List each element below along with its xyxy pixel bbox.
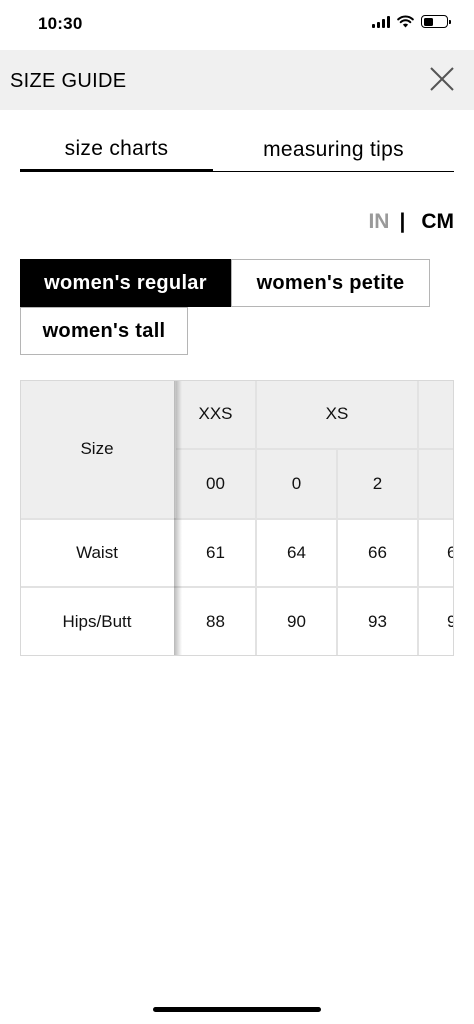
home-indicator[interactable] [153, 1007, 321, 1012]
close-button[interactable] [424, 61, 460, 97]
size-group-next [419, 380, 454, 448]
tab-measuring-tips[interactable]: measuring tips [213, 130, 454, 172]
unit-cm-button[interactable]: CM [421, 210, 454, 234]
status-icons [372, 15, 451, 28]
size-guide-tabs: size charts measuring tips [20, 130, 454, 172]
signal-icon [372, 15, 390, 28]
waist-row-label: Waist [20, 520, 174, 586]
unit-in-button[interactable]: IN [368, 210, 389, 234]
size-00: 00 [176, 450, 255, 518]
waist-value-00: 61 [176, 520, 255, 586]
hips-value-next: 9 [419, 588, 454, 656]
tab-size-charts[interactable]: size charts [20, 130, 213, 172]
fit-womens-petite-button[interactable]: women's petite [231, 259, 430, 307]
close-icon [430, 67, 454, 91]
size-group-xs: XS [257, 380, 417, 448]
table-divider [255, 380, 257, 656]
tab-measuring-tips-label: measuring tips [263, 138, 404, 161]
status-bar: 10:30 [0, 0, 474, 50]
page-title: SIZE GUIDE [10, 70, 127, 92]
wifi-icon [397, 15, 414, 28]
waist-value-2: 66 [338, 520, 417, 586]
table-divider [417, 380, 419, 656]
waist-value-next: 6 [419, 520, 454, 586]
hips-row-label: Hips/Butt [20, 588, 174, 656]
table-divider [176, 448, 454, 450]
size-guide-header: SIZE GUIDE [0, 50, 474, 110]
size-row-header: Size [20, 380, 174, 518]
tab-size-charts-label: size charts [64, 137, 169, 160]
sticky-column-shadow [174, 380, 182, 656]
size-next [419, 450, 454, 518]
table-divider [20, 518, 454, 520]
hips-value-00: 88 [176, 588, 255, 656]
fit-womens-regular-button[interactable]: women's regular [20, 259, 231, 307]
table-divider [336, 450, 338, 656]
unit-separator: | [399, 210, 406, 233]
size-group-xxs: XXS [176, 380, 255, 448]
battery-icon [421, 15, 451, 28]
size-chart-table[interactable]: Size Waist Hips/Butt XXS XS 00 0 2 61 64… [20, 380, 454, 656]
size-0: 0 [257, 450, 336, 518]
unit-toggle: IN | CM [368, 210, 454, 234]
table-divider [20, 586, 454, 588]
fit-womens-tall-button[interactable]: women's tall [20, 307, 188, 355]
hips-value-2: 93 [338, 588, 417, 656]
status-time: 10:30 [38, 14, 83, 33]
size-2: 2 [338, 450, 417, 518]
waist-value-0: 64 [257, 520, 336, 586]
hips-value-0: 90 [257, 588, 336, 656]
